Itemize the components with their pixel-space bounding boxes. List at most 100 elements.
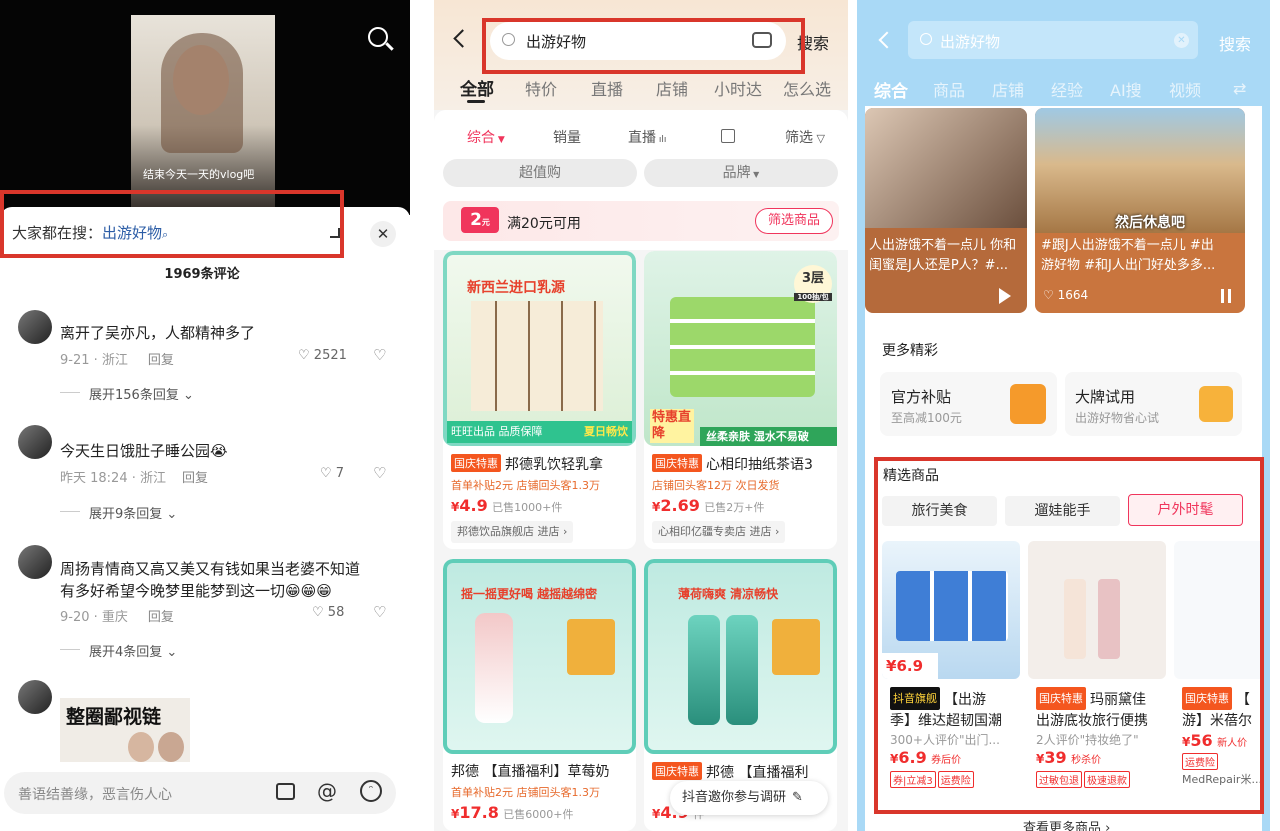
search-input[interactable]: 出游好物	[490, 22, 786, 60]
avatar[interactable]	[18, 310, 52, 344]
reply-button[interactable]: 回复	[148, 610, 174, 625]
chip-travel-food[interactable]: 旅行美食	[882, 496, 997, 526]
expand-replies-label: 展开4条回复	[89, 645, 163, 660]
product-sub: 首单补贴2元 店铺回头客1.3万	[451, 479, 600, 492]
tab-stores[interactable]: 店铺	[656, 76, 688, 100]
dislike-icon[interactable]: ♡	[373, 603, 386, 621]
avatar[interactable]	[18, 425, 52, 459]
reply-button[interactable]: 回复	[148, 353, 174, 368]
dislike-icon[interactable]: ♡	[373, 346, 386, 364]
video-area[interactable]: 结束今天一天的vlog吧	[0, 0, 410, 215]
filter-comprehensive[interactable]: 综合 ▼	[467, 127, 505, 147]
product-card[interactable]: 新西兰进口乳源 旺旺出品 品质保障 夏日畅饮 国庆特惠 邦德乳饮轻乳拿 首单补贴2元…	[443, 251, 636, 549]
video-card[interactable]: 人出游饿不着一点儿 你和 闺蜜是J人还是P人？#...	[865, 108, 1027, 313]
shop-name: 邦德饮品旗舰店	[457, 525, 534, 538]
back-icon[interactable]	[878, 31, 896, 49]
video-caption: #跟J人出游饿不着一点儿 #出 游好物 #和J人出门好处多多...	[1041, 238, 1216, 273]
close-button[interactable]: ✕	[370, 221, 396, 247]
coupon-tag: 运费险	[1182, 753, 1218, 770]
product-card[interactable]: 摇一摇更好喝 越摇越绵密 邦德 【直播福利】草莓奶 首单补贴2元 店铺回头客1.…	[443, 559, 636, 831]
search-input[interactable]: 出游好物 ✕	[908, 21, 1198, 59]
expand-icon[interactable]	[330, 228, 340, 238]
comment-text-line: 周扬青情商又高又美又有钱如果当老婆不知道	[60, 560, 361, 578]
video-caption: 结束今天一天的vlog吧	[143, 168, 255, 181]
more-section-title: 更多精彩	[882, 343, 938, 359]
pill-brand[interactable]: 品牌 ▼	[644, 159, 838, 187]
shop-search-panel: 出游好物 搜索 全部 特价 直播 店铺 小时达 怎么选 综合 ▼ 销量 直播 ı…	[434, 0, 848, 831]
promo-title: 官方补贴	[891, 388, 952, 406]
survey-invite-button[interactable]: 抖音邀你参与调研 ✎	[670, 781, 828, 815]
product-title: 邦德 【直播福利】草莓奶	[451, 764, 610, 780]
featured-product[interactable]: 国庆特惠【游】米蓓尔 ¥56 新人价 运费险 MedRepair米...	[1174, 541, 1262, 791]
search-suggestion-bar[interactable]: 大家都在搜：出游好物⌕	[12, 222, 168, 243]
tab-products[interactable]: 商品	[933, 77, 965, 101]
image-icon[interactable]	[276, 783, 295, 800]
expand-replies[interactable]: 展开4条回复 ⌄	[89, 641, 177, 660]
shop-link[interactable]: 邦德饮品旗舰店 进店 ›	[451, 521, 574, 543]
grid-view-icon[interactable]	[721, 129, 735, 143]
filter-live[interactable]: 直播 ılı	[628, 127, 666, 147]
primer-tube	[1098, 579, 1120, 659]
featured-product[interactable]: ¥6.9 抖音旗舰 【出游 季】维达超韧国潮 300+人评价"出门... ¥6.9 …	[882, 541, 1020, 791]
tab-all[interactable]: 全部	[460, 75, 494, 100]
comment-sticker[interactable]: 整圈鄙视链	[60, 698, 190, 768]
filter-sales[interactable]: 销量	[553, 127, 581, 147]
product-card[interactable]: 3层 100抽/包 特惠直降 丝柔亲肤 湿水不易破 国庆特惠 心相印抽纸茶语3 店铺…	[644, 251, 837, 549]
search-icon	[920, 33, 932, 45]
video-card[interactable]: 然后休息吧 #跟J人出游饿不着一点儿 #出 游好物 #和J人出门好处多多... …	[1035, 108, 1245, 313]
tab-videos[interactable]: 视频	[1169, 77, 1201, 101]
reply-button[interactable]: 回复	[182, 471, 208, 486]
pill-value-buy[interactable]: 超值购	[443, 159, 637, 187]
tab-how-to-choose[interactable]: 怎么选	[783, 76, 831, 100]
tab-ai-search[interactable]: AI搜	[1110, 77, 1142, 101]
tab-hourly[interactable]: 小时达	[714, 76, 762, 100]
more-tabs-icon[interactable]: ⇄	[1233, 79, 1246, 98]
promo-card-subsidy[interactable]: 官方补贴 至高减100元	[880, 372, 1057, 436]
mention-icon[interactable]: @	[317, 779, 337, 803]
expand-replies-label: 展开9条回复	[89, 507, 163, 522]
camera-icon[interactable]	[752, 32, 772, 48]
product-price: ¥39 秒杀价	[1036, 748, 1101, 767]
chip-kids-outing[interactable]: 遛娃能手	[1005, 496, 1120, 526]
person-hair	[161, 33, 243, 153]
filter-button[interactable]: 筛选 ▽	[785, 127, 825, 147]
search-button[interactable]: 搜索	[797, 30, 829, 54]
avatar[interactable]	[18, 680, 52, 714]
comment-input[interactable]: 善语结善缘，恶言伤人心 @ ᵔ	[4, 772, 396, 814]
like-count: 7	[335, 466, 345, 481]
coupon-filter-button[interactable]: 筛选商品	[755, 208, 833, 234]
product-image-footer: 丝柔亲肤 湿水不易破	[700, 427, 837, 446]
search-term-link[interactable]: 出游好物	[102, 224, 162, 242]
caret-down-icon: ▼	[750, 170, 760, 179]
more-products-link[interactable]: 查看更多商品 ›	[1023, 817, 1110, 831]
price-overlay: ¥6.9	[882, 653, 938, 679]
funnel-icon: ▽	[813, 132, 825, 145]
expand-replies[interactable]: 展开156条回复 ⌄	[89, 384, 194, 403]
tab-live[interactable]: 直播	[591, 76, 623, 100]
featured-product[interactable]: 国庆特惠 玛丽黛佳 出游底妆旅行便携 2人评价"持妆绝了" ¥39 秒杀价 过敏包退…	[1028, 541, 1166, 791]
expand-replies[interactable]: 展开9条回复 ⌄	[89, 503, 177, 522]
coupon-banner[interactable]: 2元 满20元可用 筛选商品	[443, 201, 839, 241]
expand-replies-label: 展开156条回复	[89, 388, 179, 403]
like-button[interactable]: ♡ 7	[320, 466, 344, 481]
dislike-icon[interactable]: ♡	[373, 464, 386, 482]
comment-meta: 9-20 · 重庆 回复	[60, 606, 174, 625]
expand-divider	[60, 649, 80, 650]
like-button[interactable]: ♡ 2521	[298, 348, 347, 363]
emoji-icon[interactable]: ᵔ	[360, 780, 382, 802]
chip-outdoor-fashion[interactable]: 户外时髦	[1128, 494, 1243, 526]
promo-tag: 国庆特惠	[652, 762, 702, 780]
clear-icon[interactable]: ✕	[1174, 33, 1189, 48]
tab-special-price[interactable]: 特价	[525, 76, 557, 100]
product-title: 国庆特惠 邦德乳饮轻乳拿	[451, 454, 603, 474]
search-button[interactable]: 搜索	[1219, 31, 1251, 55]
tab-comprehensive[interactable]: 综合	[874, 77, 908, 102]
like-button[interactable]: ♡ 58	[312, 605, 344, 620]
promo-card-trial[interactable]: 大牌试用 出游好物省心试	[1065, 372, 1242, 436]
shop-link[interactable]: 心相印亿疆专卖店 进店 ›	[652, 521, 786, 543]
tab-stores[interactable]: 店铺	[992, 77, 1024, 101]
product-review: 2人评价"持妆绝了"	[1036, 733, 1139, 747]
pause-icon	[1221, 289, 1231, 303]
tab-experience[interactable]: 经验	[1051, 77, 1083, 101]
avatar[interactable]	[18, 545, 52, 579]
